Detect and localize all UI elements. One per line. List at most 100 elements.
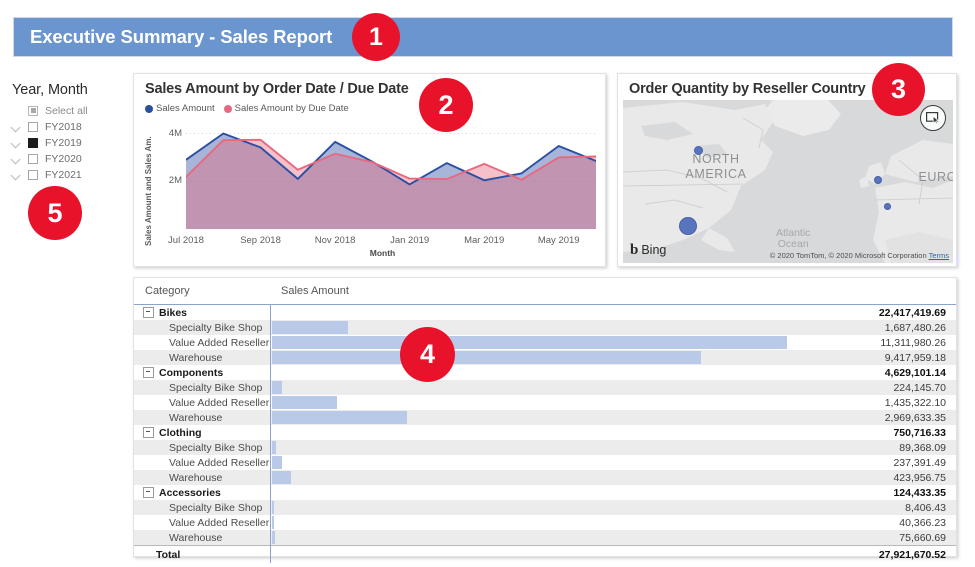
collapse-icon[interactable] xyxy=(143,307,154,318)
slicer-item-label: FY2018 xyxy=(45,121,82,133)
matrix-header: Category Sales Amount xyxy=(134,278,956,305)
x-axis-tick: Nov 2018 xyxy=(315,235,356,246)
column-header-category[interactable]: Category xyxy=(134,278,270,305)
row-label-cell[interactable]: Specialty Bike Shop xyxy=(134,440,270,455)
row-label-cell[interactable]: Value Added Reseller xyxy=(134,335,270,350)
row-label-cell[interactable]: Specialty Bike Shop xyxy=(134,380,270,395)
bing-wordmark: Bing xyxy=(641,244,666,257)
row-label-cell[interactable]: Warehouse xyxy=(134,410,270,425)
chart-legend[interactable]: Sales Amount Sales Amount by Due Date xyxy=(145,103,349,114)
table-row[interactable]: Warehouse 75,660.69 xyxy=(134,530,956,546)
sales-amount-bar-cell xyxy=(270,350,786,365)
legend-item-sales-amount-by-due-date[interactable]: Sales Amount by Due Date xyxy=(224,103,349,114)
sales-amount-bar-cell xyxy=(270,515,786,530)
table-row[interactable]: Value Added Reseller237,391.49 xyxy=(134,455,956,470)
group-label-cell[interactable]: Components xyxy=(134,365,270,380)
table-group-row[interactable]: Accessories 124,433.35 xyxy=(134,485,956,500)
slicer-item-fy2020[interactable]: FY2020 xyxy=(10,151,130,166)
group-label-cell[interactable]: Accessories xyxy=(134,485,270,500)
chevron-down-icon[interactable] xyxy=(10,152,24,166)
checkbox-select-all[interactable] xyxy=(28,106,38,116)
x-axis-title: Month xyxy=(142,248,599,258)
checkbox-fy2018[interactable] xyxy=(28,122,38,132)
row-value: 9,417,959.18 xyxy=(786,350,956,365)
row-label-cell[interactable]: Value Added Reseller xyxy=(134,395,270,410)
sales-amount-bar-cell xyxy=(270,440,786,455)
table-row[interactable]: Specialty Bike Shop1,687,480.26 xyxy=(134,320,956,335)
matrix-body[interactable]: Bikes22,417,419.69Specialty Bike Shop1,6… xyxy=(134,305,956,564)
table-group-row[interactable]: Components4,629,101.14 xyxy=(134,365,956,380)
sales-amount-bar xyxy=(272,336,788,349)
chevron-down-icon[interactable] xyxy=(10,168,24,182)
y-axis-tick: 4M xyxy=(156,128,182,139)
chevron-down-icon[interactable] xyxy=(10,120,24,134)
sales-amount-bar-cell xyxy=(270,410,786,425)
row-value: 89,368.09 xyxy=(786,440,956,455)
callout-badge-3: 3 xyxy=(872,63,925,116)
legend-item-sales-amount[interactable]: Sales Amount xyxy=(145,103,215,114)
slicer-item-fy2019[interactable]: FY2019 xyxy=(10,135,130,150)
table-group-row[interactable]: Clothing 750,716.33 xyxy=(134,425,956,440)
row-label-cell[interactable]: Value Added Reseller xyxy=(134,455,270,470)
chevron-down-icon[interactable] xyxy=(10,136,24,150)
sales-amount-bar xyxy=(272,456,283,469)
series-area-sales-amount-by-due-date xyxy=(186,140,596,229)
row-value: 75,660.69 xyxy=(786,530,956,546)
legend-label: Sales Amount by Due Date xyxy=(235,103,349,114)
row-label-cell[interactable]: Specialty Bike Shop xyxy=(134,320,270,335)
row-label-cell[interactable]: Warehouse xyxy=(134,530,270,546)
sales-amount-matrix-visual[interactable]: Category Sales Amount Bikes22,417,419.69… xyxy=(133,277,957,557)
focus-mode-icon[interactable] xyxy=(920,105,946,131)
sales-amount-bar-cell xyxy=(270,455,786,470)
table-row[interactable]: Warehouse423,956.75 xyxy=(134,470,956,485)
table-row[interactable]: Warehouse 9,417,959.18 xyxy=(134,350,956,365)
chart-svg xyxy=(186,124,596,229)
sales-amount-bar xyxy=(272,381,282,394)
row-value: 11,311,980.26 xyxy=(786,335,956,350)
group-total-value: 750,716.33 xyxy=(786,425,956,440)
map-canvas[interactable]: NORTH AMERICA EURO Atlantic Ocean b Bing… xyxy=(623,100,953,263)
sales-amount-bar xyxy=(272,321,349,334)
row-label: Warehouse xyxy=(134,352,270,364)
table-row[interactable]: Warehouse2,969,633.35 xyxy=(134,410,956,425)
map-bubble-united-kingdom[interactable] xyxy=(874,176,882,184)
row-label-cell[interactable]: Specialty Bike Shop xyxy=(134,500,270,515)
sales-amount-line-chart-visual[interactable]: Sales Amount by Order Date / Due Date Sa… xyxy=(133,73,606,267)
table-row[interactable]: Specialty Bike Shop8,406.43 xyxy=(134,500,956,515)
group-label-cell[interactable]: Clothing xyxy=(134,425,270,440)
checkbox-fy2021[interactable] xyxy=(28,170,38,180)
map-bubble-france[interactable] xyxy=(884,203,891,210)
table-row[interactable]: Value Added Reseller40,366.23 xyxy=(134,515,956,530)
table-row[interactable]: Specialty Bike Shop 89,368.09 xyxy=(134,440,956,455)
total-label-cell: Total xyxy=(134,546,270,564)
x-axis-tick: Sep 2018 xyxy=(240,235,281,246)
matrix-table[interactable]: Category Sales Amount Bikes22,417,419.69… xyxy=(134,278,956,563)
group-total-value: 124,433.35 xyxy=(786,485,956,500)
row-label-cell[interactable]: Warehouse xyxy=(134,470,270,485)
map-bubble-canada[interactable] xyxy=(694,146,703,155)
collapse-icon[interactable] xyxy=(143,427,154,438)
collapse-icon[interactable] xyxy=(143,367,154,378)
slicer-item-fy2018[interactable]: FY2018 xyxy=(10,119,130,134)
slicer-item-label: FY2020 xyxy=(45,153,82,165)
group-label-cell[interactable]: Bikes xyxy=(134,305,270,321)
table-group-row[interactable]: Bikes22,417,419.69 xyxy=(134,305,956,321)
column-header-sales-amount[interactable]: Sales Amount xyxy=(270,278,956,305)
row-label-cell[interactable]: Warehouse xyxy=(134,350,270,365)
table-row[interactable]: Specialty Bike Shop224,145.70 xyxy=(134,380,956,395)
map-title: Order Quantity by Reseller Country xyxy=(629,81,866,97)
table-row[interactable]: Value Added Reseller1,435,322.10 xyxy=(134,395,956,410)
collapse-icon[interactable] xyxy=(143,487,154,498)
row-label-cell[interactable]: Value Added Reseller xyxy=(134,515,270,530)
slicer-item-select-all[interactable]: Select all xyxy=(10,103,130,118)
checkbox-fy2019[interactable] xyxy=(28,138,38,148)
callout-badge-4: 4 xyxy=(400,327,455,382)
table-row[interactable]: Value Added Reseller 11,311,980.26 xyxy=(134,335,956,350)
sales-amount-bar xyxy=(272,516,274,529)
map-bubble-united-states[interactable] xyxy=(679,217,697,235)
slicer-item-fy2021[interactable]: FY2021 xyxy=(10,167,130,182)
checkbox-fy2020[interactable] xyxy=(28,154,38,164)
map-terms-link[interactable]: Terms xyxy=(929,251,949,260)
year-month-slicer[interactable]: Year, Month Select all FY2018 FY2019 FY2… xyxy=(10,82,130,183)
row-label: Value Added Reseller xyxy=(134,397,270,409)
